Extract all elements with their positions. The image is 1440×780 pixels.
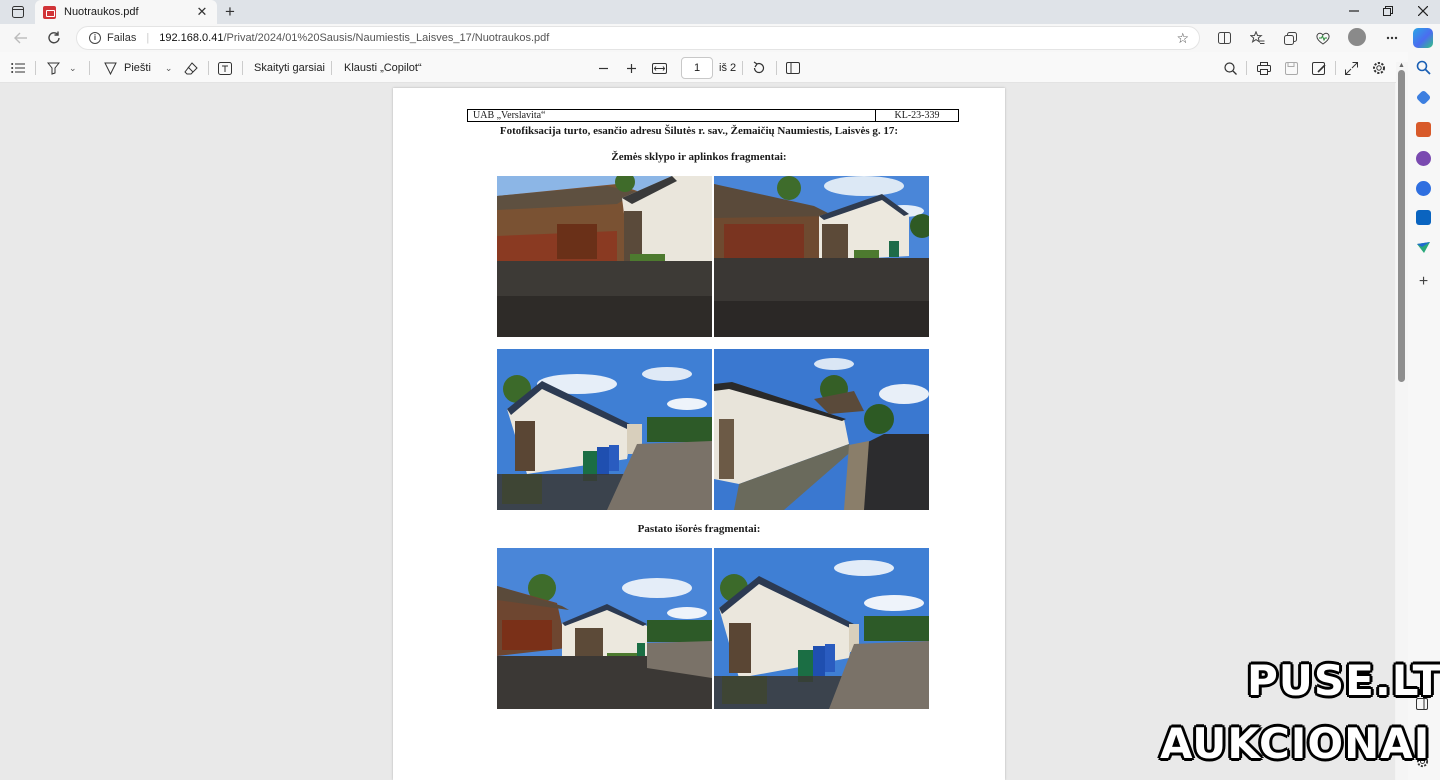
- back-arrow-icon[interactable]: [11, 29, 31, 47]
- print-icon[interactable]: [1257, 59, 1271, 77]
- toolbar-divider: [208, 61, 209, 75]
- scrollbar-thumb[interactable]: [1398, 70, 1405, 382]
- toolbar-divider: [35, 61, 36, 75]
- pdf-page: UAB „Verslavita“ KL-23-339 Fotofiksacija…: [393, 88, 1005, 780]
- pdf-toolbar: ⌄ Piešti ⌄ Skaityti garsiai Klausti „Cop…: [0, 52, 1440, 83]
- url-separator: |: [146, 32, 150, 44]
- page-number-input[interactable]: 1: [681, 57, 713, 79]
- draw-pen-icon: [102, 60, 118, 76]
- photo-2: [714, 176, 929, 337]
- new-tab-button[interactable]: +: [220, 1, 240, 23]
- pdf-file-icon: [43, 5, 56, 19]
- section-heading-building: Pastato išorės fragmentai:: [637, 523, 761, 535]
- toolbar-divider: [1335, 61, 1336, 75]
- copilot-icon[interactable]: [1413, 28, 1433, 48]
- highlight-button[interactable]: ⌄: [45, 59, 77, 77]
- collections-icon[interactable]: [1280, 29, 1300, 47]
- settings-gear-icon[interactable]: [1372, 59, 1386, 77]
- header-company: UAB „Verslavita“: [468, 110, 876, 121]
- sidebar-games-icon[interactable]: [1416, 151, 1431, 166]
- draw-label: Piešti: [124, 62, 151, 74]
- toolbar-divider: [242, 61, 243, 75]
- document-header-table: UAB „Verslavita“ KL-23-339: [467, 109, 959, 122]
- tab-nuotraukos[interactable]: Nuotraukos.pdf ✕: [35, 0, 217, 24]
- chevron-down-icon[interactable]: ⌄: [69, 63, 77, 74]
- save-icon[interactable]: [1285, 59, 1298, 77]
- add-text-icon[interactable]: [218, 59, 232, 77]
- photo-4: [714, 349, 929, 510]
- close-tab-icon[interactable]: ✕: [195, 4, 209, 20]
- toolbar-divider: [776, 61, 777, 75]
- tab-actions-icon[interactable]: [8, 4, 28, 20]
- sidebar-outlook-icon[interactable]: [1416, 210, 1431, 225]
- sidebar-search-icon[interactable]: [1416, 60, 1431, 75]
- section-heading-land: Žemės sklypo ir aplinkos fragmentai:: [611, 151, 787, 163]
- url-host: 192.168.0.41: [159, 32, 224, 44]
- draw-button[interactable]: Piešti ⌄: [102, 59, 172, 77]
- chevron-down-icon[interactable]: ⌄: [165, 63, 173, 74]
- read-aloud-button[interactable]: Skaityti garsiai: [254, 59, 325, 77]
- tab-title: Nuotraukos.pdf: [64, 6, 139, 18]
- page-view-icon[interactable]: [786, 59, 800, 77]
- minimize-icon[interactable]: [1339, 3, 1369, 21]
- url-bar[interactable]: i Failas | 192.168.0.41/Privat/2024/01%2…: [76, 26, 1200, 50]
- document-title: Fotofiksacija turto, esančio adresu Šilu…: [499, 125, 899, 137]
- close-window-icon[interactable]: [1408, 3, 1438, 21]
- toolbar-divider: [1246, 61, 1247, 75]
- photo-6: [714, 548, 929, 709]
- header-code: KL-23-339: [894, 110, 940, 121]
- more-menu-icon[interactable]: [1382, 29, 1402, 47]
- sidebar-add-icon[interactable]: +: [1416, 274, 1431, 290]
- save-as-icon[interactable]: [1312, 59, 1326, 77]
- site-info-icon[interactable]: i: [89, 32, 101, 44]
- ask-copilot-button[interactable]: Klausti „Copilot“: [344, 59, 422, 77]
- address-bar-row: i Failas | 192.168.0.41/Privat/2024/01%2…: [0, 24, 1440, 52]
- toolbar-divider: [89, 61, 90, 75]
- sidebar-tools-icon[interactable]: [1416, 122, 1431, 137]
- zoom-in-icon[interactable]: [626, 59, 637, 77]
- scroll-up-icon[interactable]: ▲: [1398, 62, 1405, 69]
- tab-strip: Nuotraukos.pdf ✕ +: [0, 0, 1440, 24]
- zoom-out-icon[interactable]: [598, 59, 609, 77]
- page-total-label: iš 2: [719, 62, 737, 74]
- sidebar-microsoft365-icon[interactable]: [1416, 181, 1431, 196]
- photo-5: [497, 548, 712, 709]
- sidebar-shopping-icon[interactable]: [1415, 89, 1432, 106]
- rotate-icon[interactable]: [752, 59, 766, 77]
- url-scheme-label: Failas: [107, 32, 137, 44]
- highlighter-icon: [45, 60, 61, 76]
- sidebar-drop-icon[interactable]: [1416, 240, 1431, 255]
- photo-3: [497, 349, 712, 510]
- search-icon[interactable]: [1224, 59, 1237, 77]
- toolbar-divider: [742, 61, 743, 75]
- restore-icon[interactable]: [1373, 3, 1403, 21]
- browser-essentials-icon[interactable]: [1313, 29, 1333, 47]
- watermark-line-1: PUSE.LT: [1247, 656, 1440, 705]
- fullscreen-icon[interactable]: [1345, 59, 1358, 77]
- photo-1: [497, 176, 712, 337]
- url-path: /Privat/2024/01%20Sausis/Naumiestis_Lais…: [223, 32, 550, 44]
- fit-to-width-icon[interactable]: [652, 59, 667, 77]
- split-screen-icon[interactable]: [1214, 29, 1234, 47]
- profile-avatar[interactable]: [1348, 28, 1366, 46]
- toolbar-divider: [331, 61, 332, 75]
- watermark-line-2: AUKCIONAI: [1160, 719, 1431, 768]
- eraser-icon[interactable]: [184, 59, 198, 77]
- favorite-star-icon[interactable]: ☆: [1176, 30, 1189, 47]
- favorites-icon[interactable]: [1247, 29, 1267, 47]
- refresh-icon[interactable]: [44, 29, 64, 47]
- contents-icon[interactable]: [11, 59, 25, 77]
